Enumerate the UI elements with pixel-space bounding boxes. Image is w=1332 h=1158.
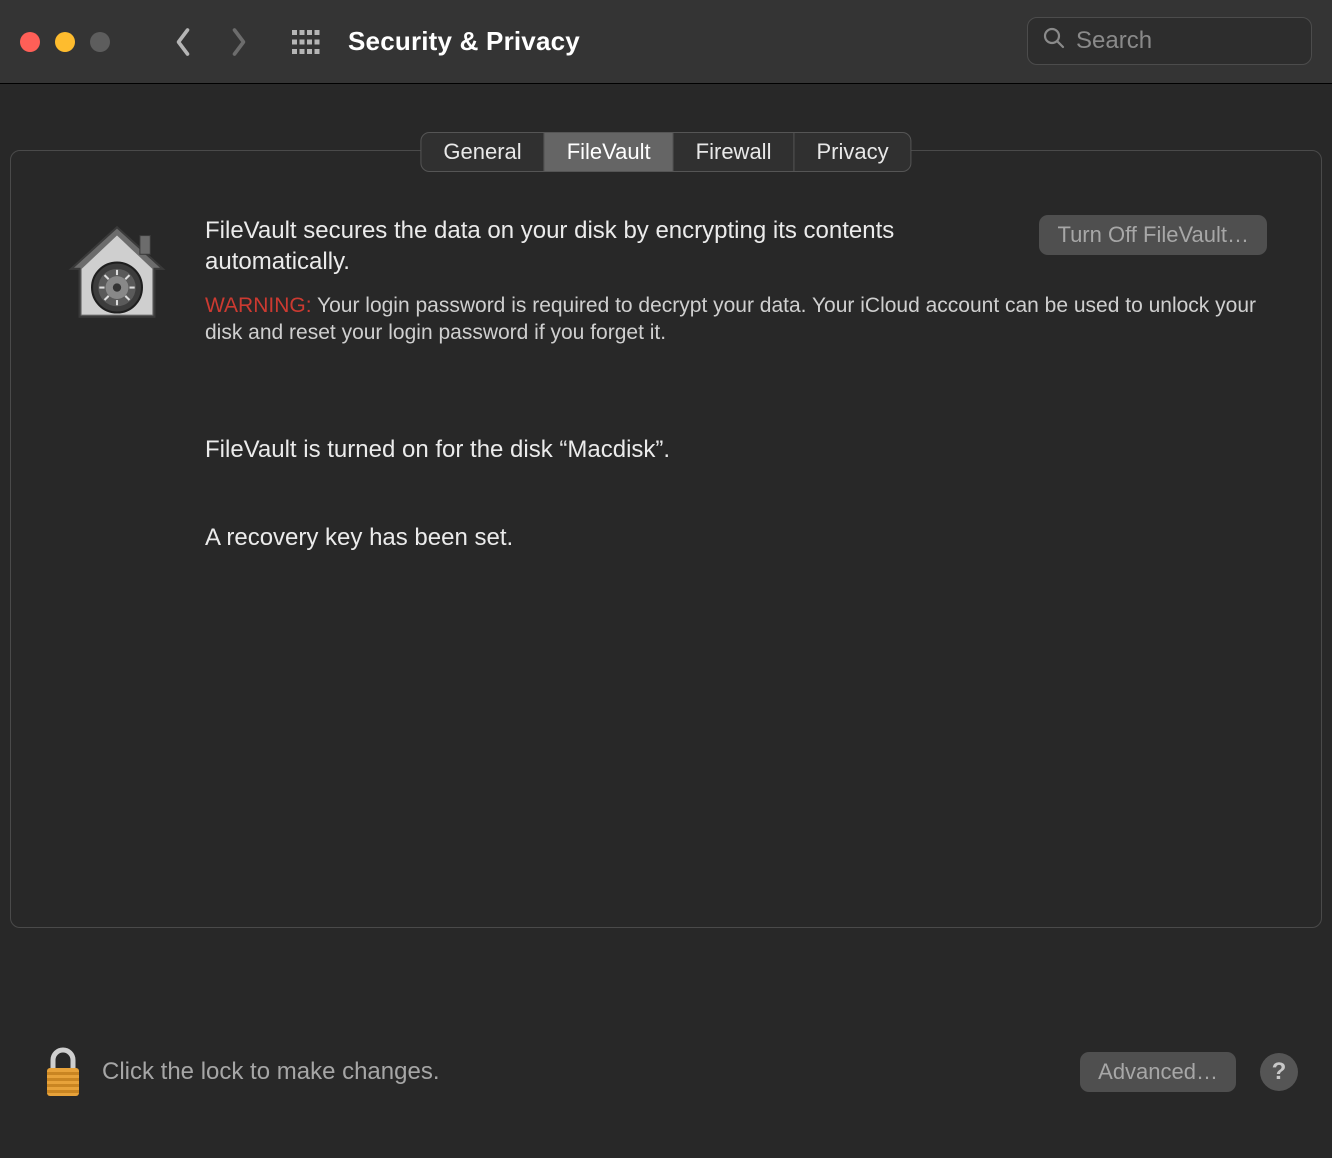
advanced-button[interactable]: Advanced… — [1080, 1052, 1236, 1092]
content-area: General FileVault Firewall Privacy — [0, 84, 1332, 1158]
search-icon — [1042, 26, 1066, 56]
back-button[interactable] — [174, 27, 192, 57]
tab-privacy[interactable]: Privacy — [794, 133, 910, 171]
warning-text: Your login password is required to decry… — [205, 294, 1256, 343]
recovery-status: A recovery key has been set. — [205, 524, 1267, 552]
turn-off-filevault-button[interactable]: Turn Off FileVault… — [1039, 215, 1267, 255]
filevault-icon — [65, 221, 169, 325]
minimize-button[interactable] — [55, 32, 75, 52]
show-all-button[interactable] — [292, 30, 320, 54]
nav-arrows — [174, 27, 248, 57]
help-button[interactable]: ? — [1260, 1053, 1298, 1091]
tab-firewall[interactable]: Firewall — [674, 133, 795, 171]
lock-hint-text: Click the lock to make changes. — [102, 1058, 440, 1086]
filevault-description: FileVault secures the data on your disk … — [205, 215, 1009, 277]
lock-icon[interactable] — [42, 1046, 84, 1098]
filevault-status: FileVault is turned on for the disk “Mac… — [205, 436, 1267, 464]
search-field[interactable] — [1027, 17, 1312, 65]
search-input[interactable] — [1076, 27, 1297, 55]
zoom-button — [90, 32, 110, 52]
filevault-warning: WARNING: Your login password is required… — [205, 293, 1267, 346]
tab-general[interactable]: General — [421, 133, 544, 171]
close-button[interactable] — [20, 32, 40, 52]
filevault-panel: FileVault secures the data on your disk … — [10, 150, 1322, 928]
warning-label: WARNING: — [205, 294, 312, 317]
titlebar: Security & Privacy — [0, 0, 1332, 84]
forward-button[interactable] — [230, 27, 248, 57]
footer: Click the lock to make changes. Advanced… — [42, 1046, 1298, 1098]
tab-filevault[interactable]: FileVault — [545, 133, 674, 171]
tab-bar: General FileVault Firewall Privacy — [420, 132, 911, 172]
window-controls — [20, 32, 110, 52]
window-title: Security & Privacy — [348, 26, 580, 57]
